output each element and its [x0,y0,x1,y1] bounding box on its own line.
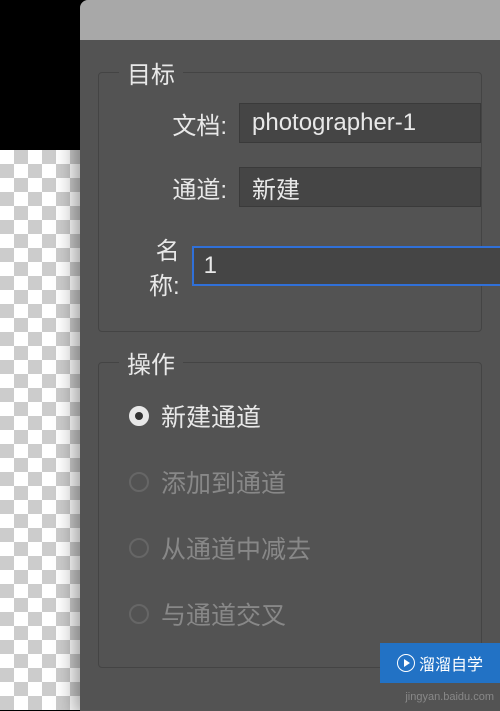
play-icon [397,654,415,672]
channel-label: 通道: [149,170,227,205]
radio-new-channel[interactable]: 新建通道 [129,398,481,434]
radio-icon [129,604,149,624]
radio-label: 从通道中减去 [161,530,311,566]
dialog-titlebar[interactable] [80,0,500,40]
radio-add-to-channel: 添加到通道 [129,464,481,500]
brand-overlay: 溜溜自学 [380,643,500,683]
radio-intersect-channel: 与通道交叉 [129,596,481,632]
radio-label: 添加到通道 [161,464,286,500]
document-label: 文档: [149,106,227,141]
name-input[interactable] [192,246,500,286]
target-fieldset: 目标 文档: photographer-1 通道: 新建 名称: [98,72,482,332]
document-row: 文档: photographer-1 [99,103,481,143]
operation-fieldset: 操作 新建通道 添加到通道 从通道中减去 与通道交叉 [98,362,482,668]
channel-select[interactable]: 新建 [239,167,481,207]
dialog-window: 目标 文档: photographer-1 通道: 新建 名称: 操作 新建通道 [80,0,500,711]
target-legend: 目标 [119,55,183,90]
name-row: 名称: [99,231,481,301]
radio-icon [129,472,149,492]
name-label: 名称: [149,231,180,301]
channel-row: 通道: 新建 [99,167,481,207]
radio-label: 新建通道 [161,398,261,434]
operation-radio-group: 新建通道 添加到通道 从通道中减去 与通道交叉 [129,398,481,632]
radio-icon [129,538,149,558]
canvas-checkerboard [0,150,80,710]
radio-subtract-from-channel: 从通道中减去 [129,530,481,566]
document-select[interactable]: photographer-1 [239,103,481,143]
radio-label: 与通道交叉 [161,596,286,632]
operation-legend: 操作 [119,345,183,380]
watermark-text: jingyan.baidu.com [405,691,494,703]
radio-icon [129,406,149,426]
brand-text: 溜溜自学 [419,651,483,675]
